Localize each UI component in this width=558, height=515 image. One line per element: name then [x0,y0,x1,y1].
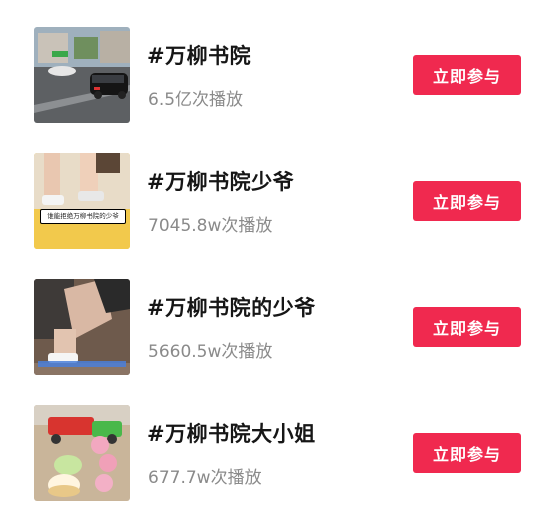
topic-title[interactable]: #万柳书院的少爷 [147,292,316,322]
thumbnail-caption: 谁能拒绝万柳书院的少爷 [40,209,126,224]
join-button[interactable]: 立即参与 [413,433,521,473]
join-button[interactable]: 立即参与 [413,55,521,95]
topic-title[interactable]: #万柳书院少爷 [147,166,294,196]
topic-play-count: 6.5亿次播放 [148,90,244,110]
join-button[interactable]: 立即参与 [413,307,521,347]
topic-thumbnail-legs[interactable]: 谁能拒绝万柳书院的少爷 [34,153,130,249]
street-scene-image [34,27,130,123]
topic-thumbnail-kneeling[interactable] [34,279,130,375]
topic-title[interactable]: #万柳书院 [147,40,251,70]
topic-thumbnail-toys[interactable] [34,405,130,501]
topic-row[interactable]: 谁能拒绝万柳书院的少爷 #万柳书院少爷 7045.8w次播放 立即参与 [0,153,558,251]
topic-row[interactable]: #万柳书院的少爷 5660.5w次播放 立即参与 [0,279,558,377]
topic-row[interactable]: #万柳书院大小姐 677.7w次播放 立即参与 [0,405,558,503]
topic-play-count: 7045.8w次播放 [148,216,273,236]
topic-row[interactable]: #万柳书院 6.5亿次播放 立即参与 [0,27,558,125]
topic-play-count: 5660.5w次播放 [148,342,273,362]
topic-play-count: 677.7w次播放 [148,468,262,488]
join-button[interactable]: 立即参与 [413,181,521,221]
topic-title[interactable]: #万柳书院大小姐 [147,418,316,448]
legs-photo-image [34,153,130,249]
topic-thumbnail-street[interactable] [34,27,130,123]
kneeling-photo-image [34,279,130,375]
toys-photo-image [34,405,130,501]
